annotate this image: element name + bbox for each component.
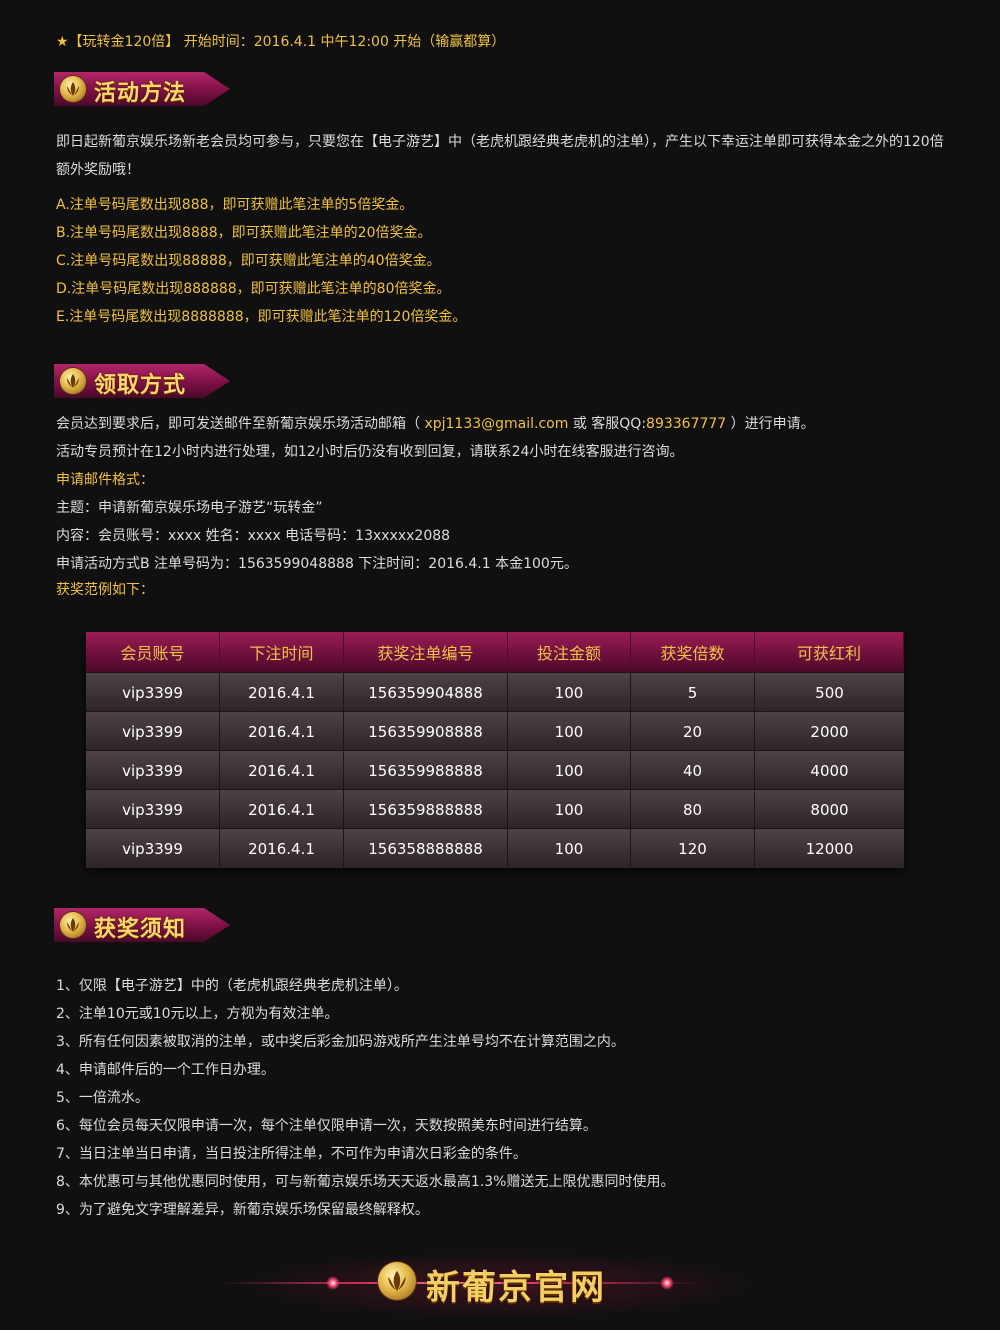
crown-logo-icon	[60, 368, 86, 394]
crown-logo-icon	[378, 1262, 416, 1300]
email-format-label: 申请邮件格式：	[56, 472, 154, 488]
cell-bet-number: 156358888888	[344, 829, 508, 868]
cell-bet-time: 2016.4.1	[220, 829, 344, 868]
crown-logo-icon	[60, 76, 86, 102]
cell-multiplier: 80	[631, 790, 755, 829]
email-apply-line: 申请活动方式B 注单号码为：1563599048888 下注时间：2016.4.…	[56, 556, 578, 572]
notice-item: 1、仅限【电子游艺】中的（老虎机跟经典老虎机注单）。	[56, 978, 408, 994]
footer: 新葡京官网	[0, 1240, 1000, 1330]
table-row: vip3399 2016.4.1 156358888888 100 120 12…	[86, 828, 904, 868]
sparkle-icon	[326, 1276, 340, 1290]
cell-bet-amount: 100	[508, 673, 631, 712]
email-subject-line: 主题：申请新葡京娱乐场电子游艺“玩转金”	[56, 500, 323, 516]
notice-item: 8、本优惠可与其他优惠同时使用，可与新葡京娱乐场天天返水最高1.3%赠送无上限优…	[56, 1174, 675, 1190]
cell-bonus: 500	[815, 683, 844, 702]
sparkle-icon	[660, 1276, 674, 1290]
header-bet-number: 获奖注单编号	[344, 632, 508, 672]
table-row: vip3399 2016.4.1 156359908888 100 20 200…	[86, 711, 904, 751]
notice-item: 5、一倍流水。	[56, 1090, 149, 1106]
cell-account: vip3399	[86, 712, 220, 751]
header-multiplier: 获奖倍数	[631, 632, 755, 672]
header-bet-amount: 投注金额	[508, 632, 631, 672]
crown-logo-icon	[60, 912, 86, 938]
email-content-line: 内容：会员账号：xxxx 姓名：xxxx 电话号码：13xxxxx2088	[56, 528, 451, 544]
cell-bet-number: 156359888888	[344, 790, 508, 829]
notice-item: 9、为了避免文字理解差异，新葡京娱乐场保留最终解释权。	[56, 1202, 429, 1218]
rule-item: C.注单号码尾数出现88888，即可获赠此笔注单的40倍奖金。	[56, 253, 441, 269]
claim-prefix: 会员达到要求后，即可发送邮件至新葡京娱乐场活动邮箱（	[56, 416, 420, 432]
cell-bet-amount: 100	[508, 751, 631, 790]
cell-account: vip3399	[86, 673, 220, 712]
rule-item: B.注单号码尾数出现8888，即可获赠此笔注单的20倍奖金。	[56, 225, 432, 241]
promo-intro-line: ★【玩转金120倍】 开始时间：2016.4.1 中午12:00 开始（输赢都算…	[56, 34, 506, 50]
cell-bet-amount: 100	[508, 829, 631, 868]
claim-contact-line: 会员达到要求后，即可发送邮件至新葡京娱乐场活动邮箱（ xpj1133@gmail…	[56, 414, 815, 434]
table-row: vip3399 2016.4.1 156359988888 100 40 400…	[86, 750, 904, 790]
cell-bet-time: 2016.4.1	[220, 790, 344, 829]
cell-bet-amount: 100	[508, 712, 631, 751]
notice-item: 7、当日注单当日申请，当日投注所得注单，不可作为申请次日彩金的条件。	[56, 1146, 527, 1162]
section-title: 领取方式	[94, 373, 187, 398]
table-header-row: 会员账号 下注时间 获奖注单编号 投注金额 获奖倍数 可获红利	[86, 632, 904, 672]
cell-multiplier: 20	[631, 712, 755, 751]
cell-bet-number: 156359988888	[344, 751, 508, 790]
cell-bet-time: 2016.4.1	[220, 751, 344, 790]
cell-bonus: 2000	[810, 722, 849, 741]
cell-multiplier: 5	[631, 673, 755, 712]
cell-bet-time: 2016.4.1	[220, 673, 344, 712]
notice-item: 4、申请邮件后的一个工作日办理。	[56, 1062, 275, 1078]
cell-bonus: 4000	[810, 761, 849, 780]
section-banner-notice: 获奖须知	[54, 908, 230, 942]
cell-account: vip3399	[86, 790, 220, 829]
cell-bet-number: 156359904888	[344, 673, 508, 712]
claim-suffix: ）进行申请。	[726, 416, 815, 432]
service-qq-link[interactable]: 893367777	[646, 416, 726, 432]
claim-or: 或 客服QQ:	[572, 416, 647, 432]
cell-bonus: 8000	[810, 800, 849, 819]
header-bet-time: 下注时间	[220, 632, 344, 672]
cell-account: vip3399	[86, 751, 220, 790]
example-table: 会员账号 下注时间 获奖注单编号 投注金额 获奖倍数 可获红利 vip3399 …	[86, 632, 904, 868]
cell-multiplier: 120	[631, 829, 755, 868]
rule-item: A.注单号码尾数出现888，即可获赠此笔注单的5倍奖金。	[56, 197, 414, 213]
cell-multiplier: 40	[631, 751, 755, 790]
cell-bet-number: 156359908888	[344, 712, 508, 751]
section-title: 获奖须知	[94, 917, 187, 942]
cell-bet-amount: 100	[508, 790, 631, 829]
table-row: vip3399 2016.4.1 156359904888 100 5 500	[86, 672, 904, 712]
header-account: 会员账号	[86, 632, 220, 672]
section-banner-method: 活动方法	[54, 72, 230, 106]
rule-item: E.注单号码尾数出现8888888，即可获赠此笔注单的120倍奖金。	[56, 309, 467, 325]
official-site-link[interactable]: 新葡京官网	[426, 1260, 606, 1309]
header-bonus: 可获红利	[755, 632, 904, 672]
notice-item: 3、所有任何因素被取消的注单，或中奖后彩金加码游戏所产生注单号均不在计算范围之内…	[56, 1034, 625, 1050]
activity-email-link[interactable]: xpj1133@gmail.com	[420, 416, 573, 432]
method-paragraph: 即日起新葡京娱乐场新老会员均可参与，只要您在【电子游艺】中（老虎机跟经典老虎机的…	[56, 134, 944, 178]
notice-item: 6、每位会员每天仅限申请一次，每个注单仅限申请一次，天数按照美东时间进行结算。	[56, 1118, 597, 1134]
rule-item: D.注单号码尾数出现888888，即可获赠此笔注单的80倍奖金。	[56, 281, 451, 297]
claim-process-line: 活动专员预计在12小时内进行处理，如12小时后仍没有收到回复，请联系24小时在线…	[56, 444, 684, 460]
table-row: vip3399 2016.4.1 156359888888 100 80 800…	[86, 789, 904, 829]
example-label: 获奖范例如下：	[56, 582, 154, 598]
section-banner-claim: 领取方式	[54, 364, 230, 398]
cell-bet-time: 2016.4.1	[220, 712, 344, 751]
section-title: 活动方法	[94, 81, 187, 106]
notice-item: 2、注单10元或10元以上，方视为有效注单。	[56, 1006, 339, 1022]
cell-bonus: 12000	[805, 839, 854, 858]
cell-account: vip3399	[86, 829, 220, 868]
